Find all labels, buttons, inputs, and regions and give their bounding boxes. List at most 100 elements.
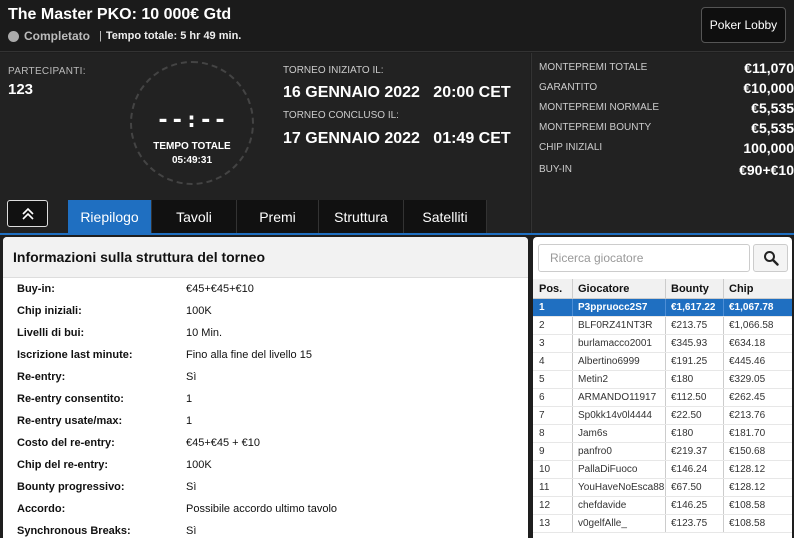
structure-panel: Informazioni sulla struttura del torneo …	[3, 237, 528, 538]
table-row[interactable]: 4 Albertino6999 €191.25 €445.46	[533, 353, 792, 371]
cell-chip: €181.70	[723, 425, 777, 442]
cell-player: Sp0kk14v0l4444	[572, 407, 665, 424]
cell-pos: 6	[539, 392, 545, 403]
structure-row: Accordo: Possibile accordo ultimo tavolo	[3, 498, 528, 520]
prize-value: €90+€10	[739, 162, 794, 178]
prize-row-total: MONTEPREMI TOTALE €11,070	[539, 60, 794, 76]
cell-chip: €150.68	[723, 443, 777, 460]
cell-pos: 9	[539, 446, 545, 457]
collapse-button[interactable]	[7, 200, 48, 227]
cell-pos: 10	[539, 464, 551, 475]
table-row[interactable]: 6 ARMANDO11917 €112.50 €262.45	[533, 389, 792, 407]
structure-value: 1	[186, 415, 193, 427]
structure-row: Iscrizione last minute: Fino alla fine de…	[3, 344, 528, 366]
structure-row: Re-entry: Sì	[3, 366, 528, 388]
cell-player: Jam6s	[572, 425, 665, 442]
cell-bounty: €219.37	[665, 443, 723, 460]
column-header-pos[interactable]: Pos.	[533, 283, 572, 295]
clock-label: TEMPO TOTALE	[153, 141, 231, 152]
table-row[interactable]: 12 chefdavide €146.25 €108.58	[533, 497, 792, 515]
clock-digits: --:--	[156, 108, 228, 133]
cell-player: PallaDiFuoco	[572, 461, 665, 478]
cell-pos: 4	[539, 356, 545, 367]
column-header-bounty[interactable]: Bounty	[665, 279, 723, 298]
cell-chip: €128.12	[723, 479, 777, 496]
search-icon	[763, 251, 779, 266]
structure-row: Re-entry usate/max: 1	[3, 410, 528, 432]
table-row[interactable]: 5 Metin2 €180 €329.05	[533, 371, 792, 389]
table-row[interactable]: 11 YouHaveNoEsca88 €67.50 €128.12	[533, 479, 792, 497]
end-label: TORNEO CONCLUSO IL:	[283, 110, 399, 121]
cell-chip: €329.05	[723, 371, 777, 388]
start-value: 16 GENNAIO 2022 20:00 CET	[283, 84, 511, 101]
cell-chip: €108.58	[723, 497, 777, 514]
cell-pos: 8	[539, 428, 545, 439]
cell-player: ARMANDO11917	[572, 389, 665, 406]
table-row[interactable]: 8 Jam6s €180 €181.70	[533, 425, 792, 443]
structure-value: Sì	[186, 525, 197, 537]
table-row[interactable]: 9 panfro0 €219.37 €150.68	[533, 443, 792, 461]
prize-value: 100,000	[743, 140, 794, 156]
cell-bounty: €67.50	[665, 479, 723, 496]
table-row[interactable]: 2 BLF0RZ41NT3R €213.75 €1,066.58	[533, 317, 792, 335]
tab-premi[interactable]: Premi	[237, 200, 319, 233]
cell-pos: 1	[539, 302, 545, 313]
status-row: Completato | Tempo totale: 5 hr 49 min.	[8, 29, 241, 43]
table-row[interactable]: 10 PallaDiFuoco €146.24 €128.12	[533, 461, 792, 479]
cell-bounty: €22.50	[665, 407, 723, 424]
table-row[interactable]: 7 Sp0kk14v0l4444 €22.50 €213.76	[533, 407, 792, 425]
table-row[interactable]: 13 v0gelfAlle_ €123.75 €108.58	[533, 515, 792, 533]
structure-value: Fino alla fine del livello 15	[186, 349, 312, 361]
structure-key: Synchronous Breaks:	[17, 525, 131, 537]
prize-label: MONTEPREMI NORMALE	[539, 102, 660, 113]
start-label: TORNEO INIZIATO IL:	[283, 65, 384, 76]
structure-value: Sì	[186, 481, 197, 493]
cell-chip: €213.76	[723, 407, 777, 424]
search-button[interactable]	[753, 244, 788, 272]
tab-satelliti[interactable]: Satelliti	[404, 200, 487, 233]
structure-key: Livelli di bui:	[17, 327, 85, 339]
cell-bounty: €146.24	[665, 461, 723, 478]
cell-player: BLF0RZ41NT3R	[572, 317, 665, 334]
structure-title: Informazioni sulla struttura del torneo	[3, 237, 528, 278]
cell-pos: 3	[539, 338, 545, 349]
prize-label: GARANTITO	[539, 82, 598, 93]
poker-lobby-button[interactable]: Poker Lobby	[701, 7, 786, 43]
structure-key: Re-entry consentito:	[17, 393, 124, 405]
table-row[interactable]: 1 P3ppruocc2S7 €1,617.22 €1,067.78	[533, 299, 792, 317]
structure-key: Buy-in:	[17, 283, 55, 295]
structure-value: 1	[186, 393, 193, 405]
cell-pos: 12	[539, 500, 551, 511]
cell-chip: €262.45	[723, 389, 777, 406]
table-header: Pos. Giocatore Bounty Chip	[533, 279, 792, 299]
player-search-input[interactable]	[538, 244, 750, 272]
cell-chip: €108.58	[723, 515, 777, 532]
tournament-title: The Master PKO: 10 000€ Gtd	[8, 6, 232, 23]
cell-player: burlamacco2001	[572, 335, 665, 352]
column-header-chip[interactable]: Chip	[723, 279, 777, 298]
structure-value: 100K	[186, 305, 212, 317]
cell-chip: €445.46	[723, 353, 777, 370]
prize-value: €10,000	[743, 80, 794, 96]
prize-label: CHIP INIZIALI	[539, 142, 603, 153]
tab-struttura[interactable]: Struttura	[319, 200, 404, 233]
structure-row: Chip iniziali: 100K	[3, 300, 528, 322]
column-header-player[interactable]: Giocatore	[572, 279, 665, 298]
players-table: Pos. Giocatore Bounty Chip 1 P3ppruocc2S7…	[533, 279, 792, 533]
status-dot-icon	[8, 30, 19, 42]
structure-key: Accordo:	[17, 503, 66, 515]
cell-player: Metin2	[572, 371, 665, 388]
status-separator: |	[99, 30, 102, 42]
cell-chip: €1,066.58	[723, 317, 777, 334]
structure-row: Synchronous Breaks: Sì	[3, 520, 528, 538]
cell-bounty: €1,617.22	[665, 299, 723, 316]
tournament-info-panel: PARTECIPANTI: 123 --:-- TEMPO TOTALE 05:…	[0, 53, 530, 233]
prize-row-chips: CHIP INIZIALI 100,000	[539, 140, 794, 156]
cell-bounty: €123.75	[665, 515, 723, 532]
tab-riepilogo[interactable]: Riepilogo	[68, 200, 152, 233]
cell-bounty: €180	[665, 425, 723, 442]
table-row[interactable]: 3 burlamacco2001 €345.93 €634.18	[533, 335, 792, 353]
cell-player: P3ppruocc2S7	[572, 299, 665, 316]
tab-tavoli[interactable]: Tavoli	[152, 200, 237, 233]
structure-row: Buy-in: €45+€45+€10	[3, 278, 528, 300]
